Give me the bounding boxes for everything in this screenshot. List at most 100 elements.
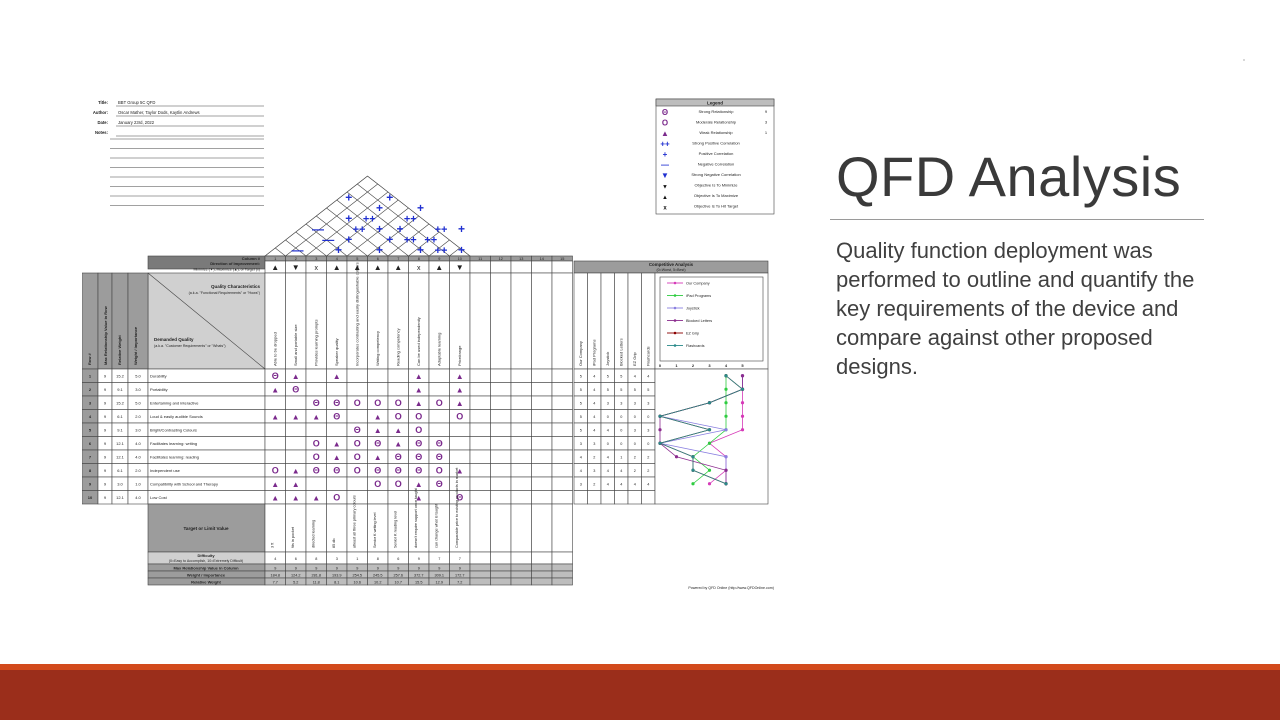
relationship-mark: ▲ (271, 480, 279, 489)
roof-correlation-mark: — (292, 243, 304, 257)
competitor-score: 4 (593, 375, 595, 379)
slide-body-text: Quality function deployment was performe… (836, 238, 1195, 379)
summary-value: 1 (356, 557, 358, 561)
relationship-cell (510, 395, 532, 410)
relationship-cell (510, 490, 532, 505)
relationship-mark: Θ (354, 425, 361, 435)
relationship-mark: Θ (313, 398, 320, 408)
column-number: 2 (295, 257, 297, 261)
competitor-score-cell (587, 490, 602, 505)
competitor-score: 1 (620, 456, 622, 460)
relationship-mark: ▲ (292, 372, 300, 381)
corner-dot (1243, 59, 1245, 61)
roof-correlation-mark: — (322, 233, 334, 247)
summary-cell (490, 570, 512, 579)
summary-value: 245.5 (373, 573, 383, 577)
relationship-mark: O (272, 466, 279, 476)
legend-label: Positive Correlation (699, 151, 734, 156)
competitive-point (707, 428, 712, 432)
competitor-score: 4 (593, 388, 595, 392)
competitive-legend-marker (673, 281, 677, 285)
summary-value: 10.2 (374, 580, 381, 584)
target-cell (346, 503, 368, 553)
how-header-cell (469, 272, 491, 370)
target-value: can change what is taught (434, 503, 438, 548)
competitive-legend-marker (673, 306, 677, 310)
competitor-score-cell (627, 490, 642, 505)
column-number: 13 (519, 257, 523, 261)
competitive-legend-marker (673, 331, 677, 335)
direction-mark: ▼ (456, 263, 464, 272)
relationship-cell (346, 382, 368, 397)
summary-value: 8.1 (334, 580, 339, 584)
competitive-point (707, 401, 712, 405)
relationship-cell (428, 422, 450, 437)
row-stat: 12.1 (116, 455, 125, 460)
summary-label: Max Relationship Value in Column (173, 565, 239, 570)
relationship-cell (367, 368, 389, 383)
relationship-cell (531, 409, 553, 424)
relationship-mark: O (354, 452, 361, 462)
competitive-point (724, 414, 728, 418)
competitor-score: 5 (580, 388, 582, 392)
competitor-name: Joystick (605, 352, 610, 366)
legend-label: Strong Positive Correlation (692, 141, 740, 146)
legend-label: Strong Relationship (699, 109, 735, 114)
legend-symbol: Θ (662, 108, 668, 117)
legend-label: Moderate Relationship (696, 120, 737, 125)
target-cell (367, 503, 389, 553)
summary-value: 7.2 (457, 580, 462, 584)
column-number: 12 (499, 257, 503, 261)
what-label: Low Cost (150, 495, 168, 500)
competitive-legend-label: iPad Programs (686, 294, 711, 298)
competitive-legend-marker (673, 319, 677, 322)
relationship-cell (531, 368, 553, 383)
summary-cell (469, 577, 491, 586)
footer-bar (0, 670, 1280, 720)
relationship-mark: ▲ (333, 453, 341, 462)
relationship-cell (469, 436, 491, 451)
relationship-mark: ▲ (271, 413, 279, 422)
competitor-score-cell (641, 490, 656, 505)
competitor-score: 4 (634, 483, 636, 487)
relationship-cell (305, 382, 327, 397)
relationship-cell (326, 422, 348, 437)
summary-cell (510, 570, 532, 579)
relationship-cell (449, 436, 471, 451)
info-label: Notes: (95, 130, 108, 135)
relationship-cell (490, 463, 512, 478)
direction-label: Direction of Improvement: (210, 261, 260, 266)
how-label: Able to be dropped (272, 332, 277, 366)
direction-mark: ▲ (271, 263, 279, 272)
competitive-legend-label: Flashcards (686, 344, 705, 348)
what-label: Bright/Contrasting Colours (150, 428, 197, 433)
competitive-legend-label: EZ Grip (686, 331, 699, 335)
competitor-score: 4 (593, 402, 595, 406)
column-number: 14 (540, 257, 544, 261)
relationship-cell (346, 490, 368, 505)
relationship-cell (490, 436, 512, 451)
relationship-cell (285, 449, 307, 464)
competitive-point (658, 428, 662, 432)
competitor-score: 2 (593, 456, 595, 460)
summary-cell (469, 563, 491, 572)
whats-heading: Demanded Quality (154, 337, 194, 342)
competitor-score: 0 (647, 415, 649, 419)
relationship-cell (490, 422, 512, 437)
relationship-mark: Θ (374, 439, 381, 449)
competitor-score: 0 (607, 442, 609, 446)
relationship-cell (469, 382, 491, 397)
relationship-cell (490, 490, 512, 505)
row-side-header-label: Weight / Importance (133, 326, 138, 365)
summary-cell (490, 563, 512, 572)
relationship-cell (449, 449, 471, 464)
competitor-score: 3 (593, 469, 595, 473)
summary-value: 9 (438, 566, 440, 570)
competitor-score: 2 (593, 483, 595, 487)
row-stat: 4.0 (135, 455, 141, 460)
competitor-score: 4 (647, 375, 649, 379)
competitive-point (724, 401, 728, 405)
summary-value: 9 (418, 566, 420, 570)
relationship-cell (346, 368, 368, 383)
direction-cell (551, 260, 573, 274)
